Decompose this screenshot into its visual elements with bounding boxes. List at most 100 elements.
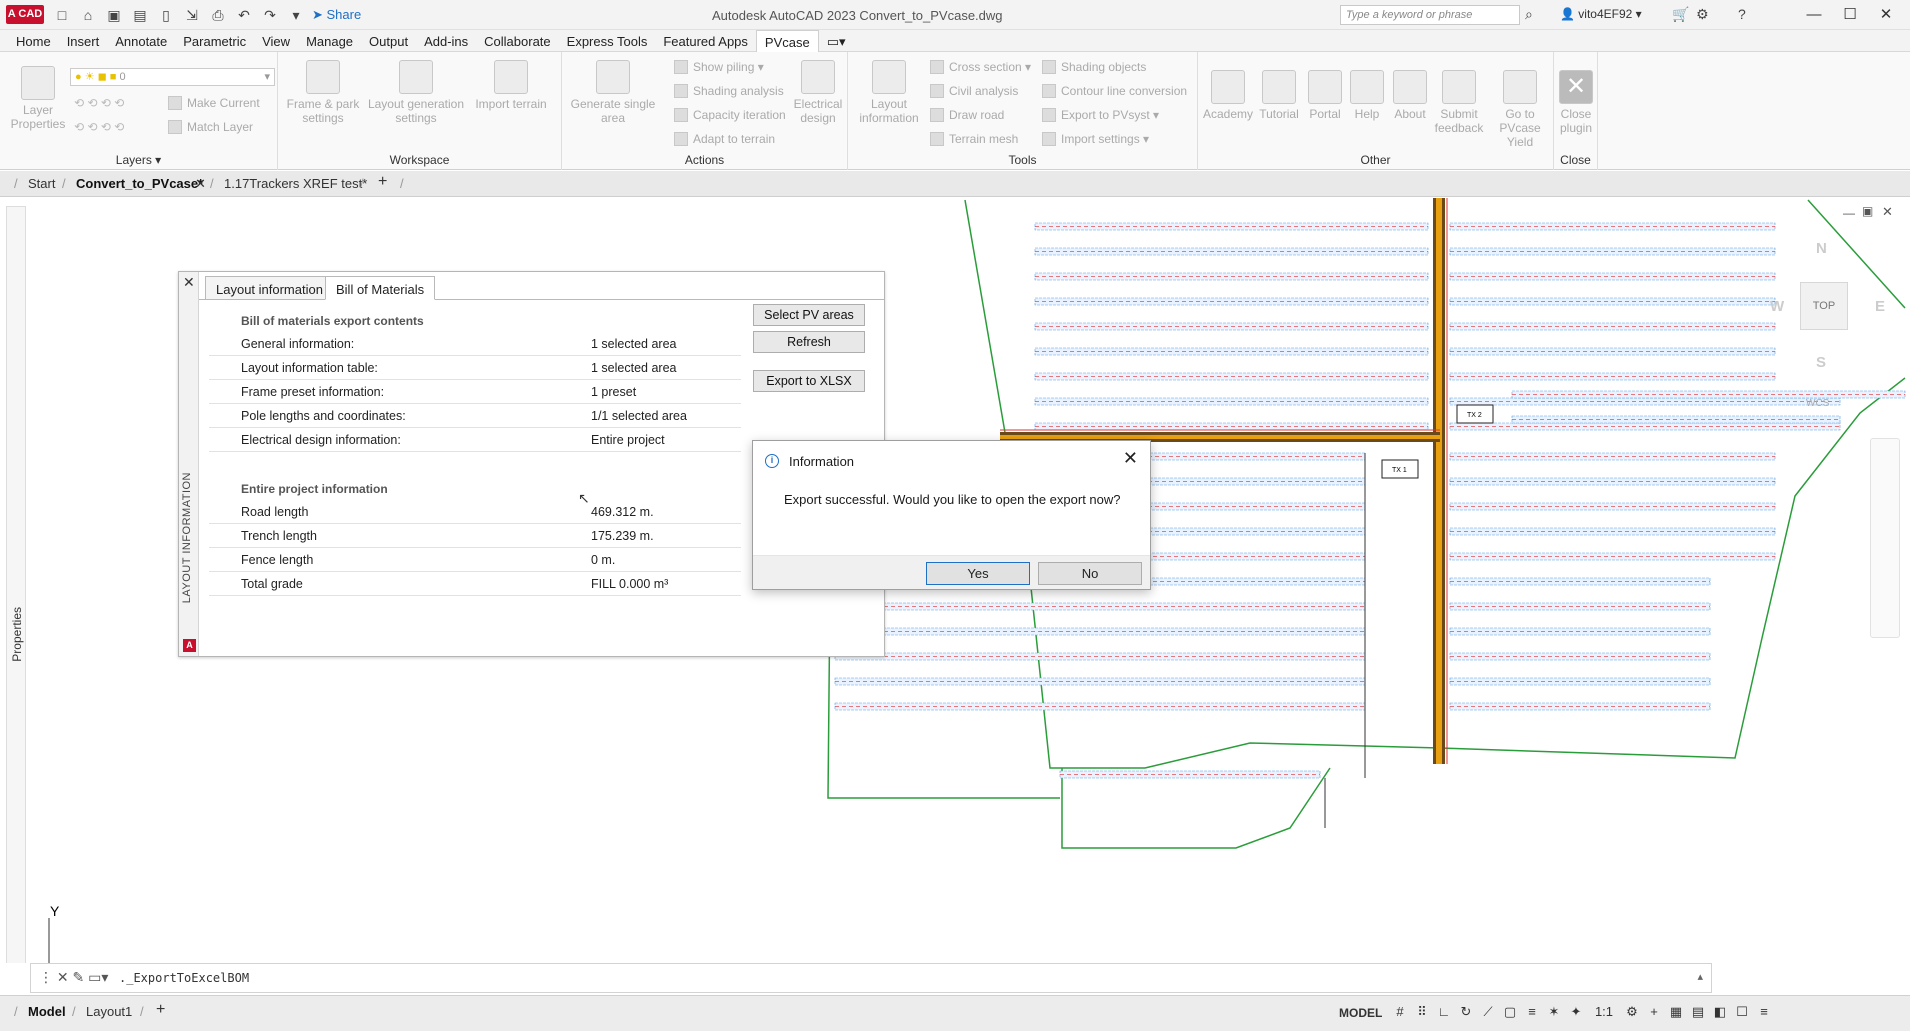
tab-addins[interactable]: Add-ins: [416, 30, 476, 52]
command-line-icons[interactable]: ⋮ ✕ ✎ ▭▾: [39, 969, 108, 986]
tab-home[interactable]: Home: [8, 30, 59, 52]
quick-properties-icon[interactable]: ▤: [1690, 1004, 1706, 1020]
cart-icon[interactable]: 🛒: [1672, 6, 1689, 23]
search-input[interactable]: Type a keyword or phrase: [1340, 5, 1520, 25]
submit-feedback-button[interactable]: Submit feedback: [1432, 70, 1486, 135]
frame-park-settings-button[interactable]: Frame & park settings: [282, 60, 364, 125]
make-current-button[interactable]: Make Current: [168, 96, 260, 110]
tab-output[interactable]: Output: [361, 30, 416, 52]
new-layout-icon[interactable]: +: [156, 1001, 165, 1019]
save-icon[interactable]: ▣: [104, 5, 124, 25]
user-account[interactable]: 👤 vito4EF92 ▾: [1560, 7, 1642, 21]
minimize-icon[interactable]: —: [1796, 2, 1832, 28]
cross-section-button[interactable]: Cross section ▾: [930, 60, 1031, 74]
workspace-gear-icon[interactable]: ⚙: [1624, 1004, 1640, 1020]
help-button[interactable]: Help: [1346, 70, 1388, 121]
tab-view[interactable]: View: [254, 30, 298, 52]
share-button[interactable]: ➤ Share: [312, 7, 361, 23]
portal-button[interactable]: Portal: [1302, 70, 1348, 121]
layer-dropdown[interactable]: ● ☀ ◼ ■ 0 ▾: [70, 68, 275, 86]
save-as-icon[interactable]: ▤: [130, 5, 150, 25]
tab-parametric[interactable]: Parametric: [175, 30, 254, 52]
contour-line-conversion-button[interactable]: Contour line conversion: [1042, 84, 1187, 98]
file-tab-start[interactable]: Start: [28, 176, 55, 191]
isodraft-icon[interactable]: ⟋: [1480, 1004, 1496, 1020]
generate-single-area-button[interactable]: Generate single area: [570, 60, 656, 125]
close-plugin-button[interactable]: ✕ Close plugin: [1556, 70, 1596, 135]
annotation-visibility-icon[interactable]: ✶: [1546, 1004, 1562, 1020]
about-button[interactable]: About: [1388, 70, 1432, 121]
model-space-button[interactable]: MODEL: [1339, 1006, 1382, 1020]
autocad-small-logo[interactable]: A: [183, 639, 196, 652]
tab-insert[interactable]: Insert: [59, 30, 108, 52]
command-history-icon[interactable]: ▴: [1697, 970, 1703, 983]
terrain-mesh-button[interactable]: Terrain mesh: [930, 132, 1018, 146]
redo-icon[interactable]: ↷: [260, 5, 280, 25]
undo-icon[interactable]: ↶: [234, 5, 254, 25]
new-file-icon[interactable]: □: [52, 5, 72, 25]
polar-icon[interactable]: ↻: [1458, 1004, 1474, 1020]
customization-menu-icon[interactable]: ≡: [1756, 1004, 1772, 1020]
layout-tab-model[interactable]: Model: [28, 1004, 66, 1019]
import-terrain-button[interactable]: Import terrain: [470, 60, 552, 111]
select-pv-areas-button[interactable]: Select PV areas: [753, 304, 865, 326]
close-window-icon[interactable]: ✕: [1868, 2, 1904, 28]
refresh-button[interactable]: Refresh: [753, 331, 865, 353]
tab-manage[interactable]: Manage: [298, 30, 361, 52]
annotation-monitor-icon[interactable]: +: [1646, 1004, 1662, 1020]
workspace-dropdown-icon[interactable]: ▾: [286, 5, 306, 25]
isolate-objects-icon[interactable]: ◧: [1712, 1004, 1728, 1020]
panel-title-layers[interactable]: Layers ▾: [0, 153, 277, 167]
go-to-yield-button[interactable]: Go to PVcase Yield: [1488, 70, 1552, 149]
open-file-icon[interactable]: ⌂: [78, 5, 98, 25]
drawing-canvas[interactable]: Properties TX 1 TX 2 Y — ▣ ✕ N W E S TOP…: [0, 198, 1910, 963]
help-icon[interactable]: ?: [1738, 6, 1746, 22]
civil-analysis-button[interactable]: Civil analysis: [930, 84, 1018, 98]
layer-tools-row-1[interactable]: ⟲ ⟲ ⟲ ⟲: [74, 96, 124, 110]
import-icon[interactable]: ⇲: [182, 5, 202, 25]
tab-pvcase[interactable]: PVcase: [755, 30, 819, 52]
ortho-icon[interactable]: ∟: [1436, 1004, 1452, 1020]
match-layer-button[interactable]: Match Layer: [168, 120, 253, 134]
viewport-minimize-icon[interactable]: —: [1843, 206, 1855, 220]
close-tab-icon[interactable]: ✕: [195, 176, 206, 192]
tab-layout-information[interactable]: Layout information: [205, 276, 334, 300]
wcs-menu[interactable]: WCS: [1806, 398, 1829, 409]
layer-tools-row-2[interactable]: ⟲ ⟲ ⟲ ⟲: [74, 120, 124, 134]
clean-screen-icon[interactable]: ☐: [1734, 1004, 1750, 1020]
panel-close-icon[interactable]: ✕: [183, 274, 195, 291]
import-settings-button[interactable]: Import settings ▾: [1042, 132, 1149, 146]
adapt-to-terrain-button[interactable]: Adapt to terrain: [674, 132, 775, 146]
autocad-logo[interactable]: A CAD: [6, 5, 44, 24]
layout-tab-layout1[interactable]: Layout1: [86, 1004, 132, 1019]
viewcube[interactable]: TOP: [1800, 282, 1848, 330]
electrical-design-button[interactable]: Electrical design: [790, 60, 846, 125]
academy-button[interactable]: Academy: [1202, 70, 1254, 121]
viewport-restore-icon[interactable]: ▣: [1862, 204, 1873, 218]
show-piling-button[interactable]: Show piling ▾: [674, 60, 764, 74]
viewport-close-icon[interactable]: ✕: [1882, 204, 1893, 220]
plot-icon[interactable]: ⎙: [208, 5, 228, 25]
tab-annotate[interactable]: Annotate: [107, 30, 175, 52]
command-line[interactable]: ⋮ ✕ ✎ ▭▾ ._ExportToExcelBOM ▴: [30, 963, 1712, 993]
annotation-scale-icon[interactable]: ✦: [1568, 1004, 1584, 1020]
file-tab-convert[interactable]: Convert_to_PVcase*: [76, 176, 203, 191]
yes-button[interactable]: Yes: [926, 562, 1030, 585]
export-xlsx-button[interactable]: Export to XLSX: [753, 370, 865, 392]
object-snap-icon[interactable]: ▢: [1502, 1004, 1518, 1020]
connect-icon[interactable]: ⚙: [1696, 6, 1709, 23]
export-to-pvsyst-button[interactable]: Export to PVsyst ▾: [1042, 108, 1159, 122]
navigation-bar[interactable]: [1870, 438, 1900, 638]
capacity-iteration-button[interactable]: Capacity iteration: [674, 108, 786, 122]
new-tab-icon[interactable]: +: [378, 173, 387, 191]
shading-analysis-button[interactable]: Shading analysis: [674, 84, 784, 98]
layout-information-button[interactable]: Layout information: [852, 60, 926, 125]
no-button[interactable]: No: [1038, 562, 1142, 585]
tab-featured-apps[interactable]: Featured Apps: [655, 30, 756, 52]
layout-generation-settings-button[interactable]: Layout generation settings: [366, 60, 466, 125]
tab-bill-of-materials[interactable]: Bill of Materials: [325, 276, 436, 300]
tab-collaborate[interactable]: Collaborate: [476, 30, 559, 52]
layer-properties-button[interactable]: Layer Properties: [8, 66, 68, 131]
search-icon[interactable]: ⌕: [1525, 6, 1533, 23]
export-icon[interactable]: ▯: [156, 5, 176, 25]
